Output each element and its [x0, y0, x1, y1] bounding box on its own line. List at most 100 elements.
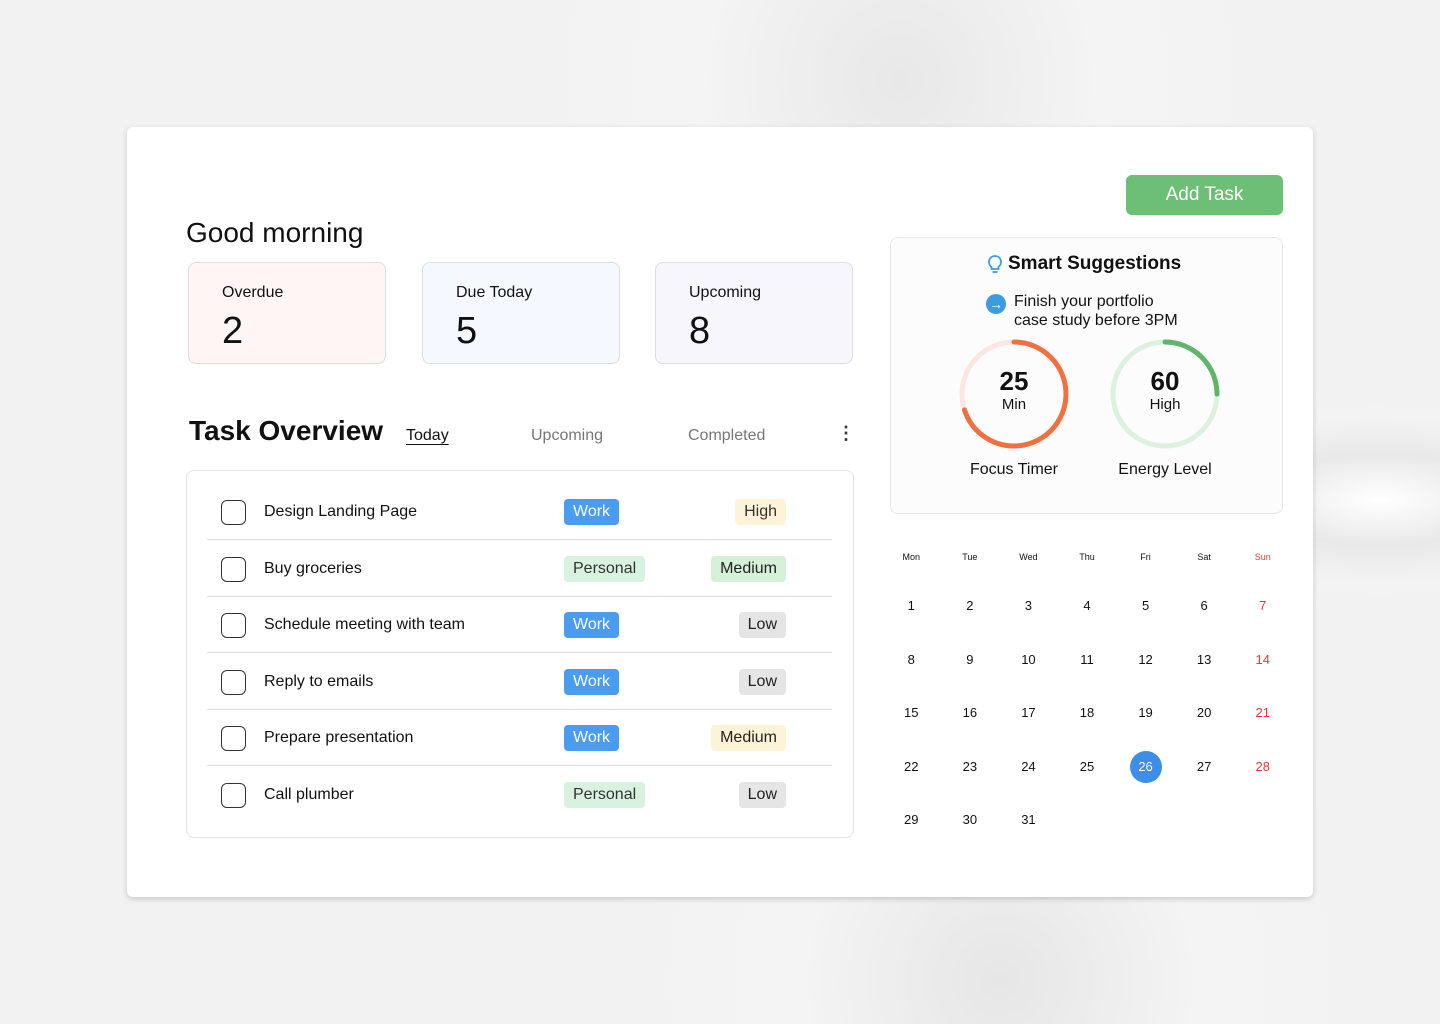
focus-timer-label: Focus Timer — [969, 461, 1058, 478]
day-number: 15 — [904, 705, 919, 720]
stat-label: Overdue — [222, 284, 284, 301]
day-number: 27 — [1196, 758, 1212, 774]
suggestion-line: Finish your portfolio — [1014, 293, 1154, 310]
task-list: Design Landing Page Work High Buy grocer… — [186, 470, 854, 838]
weekday-label: Sat — [1197, 552, 1211, 562]
weekday-label: Thu — [1079, 552, 1095, 562]
priority-badge: Medium — [711, 725, 786, 751]
task-checkbox[interactable] — [221, 500, 246, 525]
weekday-label: Wed — [1019, 552, 1038, 562]
priority-badge: Low — [738, 781, 786, 808]
dashboard-card: Good morning Overdue 2 Due Today 5 Upcom… — [127, 127, 1313, 897]
calendar-day[interactable]: 18 — [1058, 697, 1117, 751]
stat-overdue[interactable]: Overdue 2 — [188, 262, 386, 364]
task-checkbox[interactable] — [221, 726, 246, 751]
task-name: Call plumber — [264, 785, 354, 803]
calendar-day[interactable]: 9 — [941, 644, 1000, 698]
calendar-day[interactable]: 1 — [882, 590, 941, 644]
task-checkbox[interactable] — [221, 556, 246, 582]
energy-level-ring[interactable]: 60 High — [1109, 338, 1221, 450]
stat-value: 5 — [456, 310, 478, 352]
calendar-day[interactable]: 16 — [941, 697, 1000, 751]
day-number: 29 — [904, 812, 919, 827]
calendar-day[interactable]: 15 — [882, 697, 941, 751]
add-task-button[interactable]: Add Task — [1126, 175, 1283, 215]
category-badge: Work — [564, 668, 620, 695]
more-options-icon[interactable]: ⋮ — [837, 423, 855, 444]
calendar-day[interactable]: 17 — [999, 697, 1058, 751]
greeting: Good morning — [186, 217, 364, 248]
task-row: Reply to emails Work Low — [207, 654, 832, 710]
calendar-day[interactable]: 28 — [1233, 751, 1292, 805]
task-checkbox[interactable] — [221, 782, 246, 808]
calendar-day[interactable]: 4 — [1058, 590, 1117, 644]
tab-completed[interactable]: Completed — [688, 427, 765, 445]
day-number: 31 — [1021, 812, 1036, 827]
task-name: Schedule meeting with team — [264, 616, 465, 633]
task-checkbox[interactable] — [221, 613, 246, 638]
calendar-day[interactable]: 14 — [1233, 644, 1292, 698]
day-number: 30 — [962, 812, 978, 827]
priority-badge: Low — [738, 612, 786, 638]
task-overview-title: Task Overview — [189, 415, 384, 446]
task-row: Prepare presentation Work Medium — [207, 710, 832, 766]
day-number: 17 — [1021, 705, 1036, 720]
category-badge: Personal — [564, 555, 646, 582]
focus-unit: Min — [1001, 396, 1027, 413]
calendar-day[interactable]: 2 — [941, 590, 1000, 644]
calendar-day[interactable]: 5 — [1116, 590, 1175, 644]
day-number: 18 — [1079, 705, 1095, 720]
calendar-day[interactable]: 12 — [1116, 644, 1175, 698]
calendar-day[interactable]: 25 — [1058, 751, 1117, 805]
weekday-label: Tue — [962, 552, 978, 562]
day-number: 13 — [1196, 651, 1212, 667]
lightbulb-icon — [988, 255, 1002, 273]
calendar: Mon Tue Wed Thu Fri Sat Sun 1 2 3 4 5 6 7 8 9 10 11 12 13 1… — [882, 552, 1292, 858]
calendar-day[interactable]: 6 — [1175, 590, 1234, 644]
calendar-day[interactable]: 13 — [1175, 644, 1234, 698]
stat-due-today[interactable]: Due Today 5 — [422, 262, 620, 364]
calendar-day[interactable]: 7 — [1233, 590, 1292, 644]
weekday-label: Sun — [1254, 552, 1271, 562]
day-number: 16 — [962, 705, 978, 720]
priority-badge: Low — [738, 668, 786, 695]
tab-today[interactable]: Today — [406, 427, 449, 445]
calendar-day[interactable]: 20 — [1175, 697, 1234, 751]
stat-value: 8 — [689, 310, 711, 352]
calendar-day[interactable]: 10 — [999, 644, 1058, 698]
calendar-day[interactable]: 30 — [941, 804, 1000, 858]
focus-timer-ring[interactable]: 25 Min — [958, 338, 1070, 450]
stat-label: Due Today — [456, 284, 533, 301]
task-checkbox[interactable] — [221, 669, 246, 695]
day-number: 14 — [1255, 651, 1270, 667]
calendar-day[interactable]: 31 — [999, 804, 1058, 858]
calendar-day[interactable]: 23 — [941, 751, 1000, 805]
task-name: Prepare presentation — [264, 729, 414, 746]
task-name: Buy groceries — [264, 559, 362, 577]
calendar-day[interactable]: 19 — [1116, 697, 1175, 751]
priority-badge: High — [735, 499, 786, 525]
calendar-day[interactable]: 24 — [999, 751, 1058, 805]
day-number: 8 — [907, 651, 915, 667]
calendar-day[interactable]: 11 — [1058, 644, 1117, 698]
suggestion-item[interactable]: → Finish your portfolio case study before… — [986, 292, 1178, 330]
suggestions-title: Smart Suggestions — [1008, 253, 1182, 274]
smart-suggestions-panel: Smart Suggestions → Finish your portfoli… — [890, 237, 1283, 514]
weekday-label: Mon — [902, 552, 921, 562]
task-name: Design Landing Page — [264, 503, 418, 520]
day-number: 19 — [1138, 705, 1153, 720]
suggestion-line: case study before 3PM — [1014, 312, 1178, 329]
stat-upcoming[interactable]: Upcoming 8 — [655, 262, 853, 364]
calendar-day[interactable]: 29 — [882, 804, 941, 858]
stat-label: Upcoming — [689, 284, 762, 301]
calendar-day[interactable]: 22 — [882, 751, 941, 805]
task-row: Design Landing Page Work High — [207, 484, 832, 540]
day-number: 28 — [1255, 758, 1270, 774]
tab-upcoming[interactable]: Upcoming — [531, 427, 603, 445]
calendar-day[interactable]: 8 — [882, 644, 941, 698]
calendar-day[interactable]: 26 — [1116, 750, 1175, 805]
calendar-day[interactable]: 27 — [1175, 751, 1234, 805]
calendar-day[interactable]: 21 — [1233, 697, 1292, 751]
calendar-day[interactable]: 3 — [999, 590, 1058, 644]
day-number: 24 — [1021, 758, 1036, 774]
